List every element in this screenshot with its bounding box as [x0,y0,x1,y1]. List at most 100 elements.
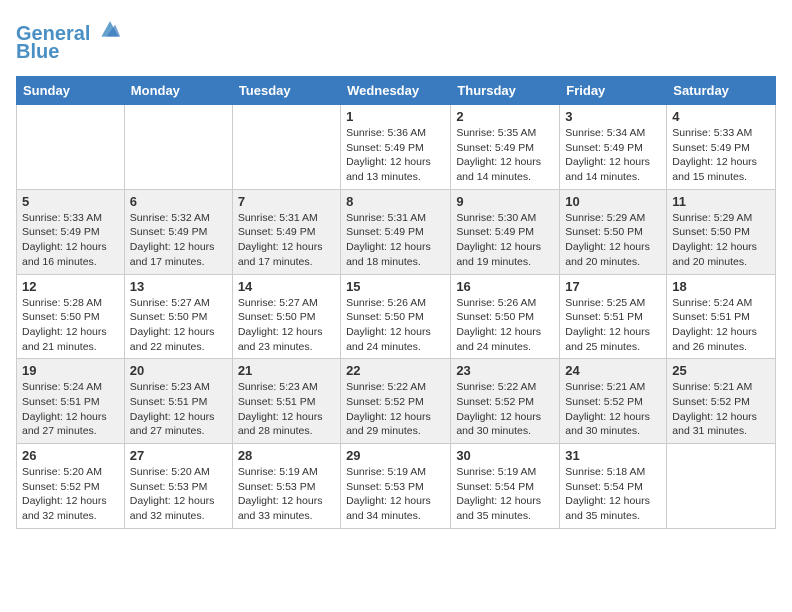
day-info: Sunrise: 5:26 AM Sunset: 5:50 PM Dayligh… [346,296,445,355]
day-number: 16 [456,279,554,294]
calendar-cell: 12 Sunrise: 5:28 AM Sunset: 5:50 PM Dayli… [17,274,125,359]
day-info: Sunrise: 5:21 AM Sunset: 5:52 PM Dayligh… [565,380,661,439]
calendar-cell: 23Sunrise: 5:22 AM Sunset: 5:52 PM Dayli… [451,359,560,444]
day-number: 7 [238,194,335,209]
calendar-cell: 13 Sunrise: 5:27 AM Sunset: 5:50 PM Dayli… [124,274,232,359]
day-number: 28 [238,448,335,463]
day-info: Sunrise: 5:27 AM Sunset: 5:50 PM Dayligh… [238,296,335,355]
day-number: 15 [346,279,445,294]
day-info: Sunrise: 5:28 AM Sunset: 5:50 PM Dayligh… [22,296,119,355]
logo-icon [98,16,122,40]
calendar-cell: 4Sunrise: 5:33 AM Sunset: 5:49 PM Daylig… [667,105,776,190]
day-info: Sunrise: 5:34 AM Sunset: 5:49 PM Dayligh… [565,126,661,185]
calendar-week-row: 19 Sunrise: 5:24 AM Sunset: 5:51 PM Dayli… [17,359,776,444]
calendar-cell: 24Sunrise: 5:21 AM Sunset: 5:52 PM Dayli… [560,359,667,444]
calendar-table: SundayMondayTuesdayWednesdayThursdayFrid… [16,76,776,529]
calendar-cell: 25Sunrise: 5:21 AM Sunset: 5:52 PM Dayli… [667,359,776,444]
day-info: Sunrise: 5:20 AM Sunset: 5:53 PM Dayligh… [130,465,227,524]
day-number: 5 [22,194,119,209]
calendar-week-row: 1 Sunrise: 5:36 AM Sunset: 5:49 PM Daylig… [17,105,776,190]
day-info: Sunrise: 5:18 AM Sunset: 5:54 PM Dayligh… [565,465,661,524]
calendar-cell: 31 Sunrise: 5:18 AM Sunset: 5:54 PM Dayli… [560,444,667,529]
day-number: 27 [130,448,227,463]
day-info: Sunrise: 5:19 AM Sunset: 5:53 PM Dayligh… [346,465,445,524]
calendar-cell: 20 Sunrise: 5:23 AM Sunset: 5:51 PM Dayli… [124,359,232,444]
day-number: 21 [238,363,335,378]
day-number: 20 [130,363,227,378]
day-number: 12 [22,279,119,294]
day-info: Sunrise: 5:25 AM Sunset: 5:51 PM Dayligh… [565,296,661,355]
day-info: Sunrise: 5:35 AM Sunset: 5:49 PM Dayligh… [456,126,554,185]
day-number: 13 [130,279,227,294]
calendar-cell: 18Sunrise: 5:24 AM Sunset: 5:51 PM Dayli… [667,274,776,359]
day-number: 23 [456,363,554,378]
day-number: 17 [565,279,661,294]
calendar-cell: 29 Sunrise: 5:19 AM Sunset: 5:53 PM Dayli… [341,444,451,529]
logo: General Blue [16,16,122,64]
calendar-cell [124,105,232,190]
calendar-header-row: SundayMondayTuesdayWednesdayThursdayFrid… [17,77,776,105]
day-number: 26 [22,448,119,463]
day-info: Sunrise: 5:27 AM Sunset: 5:50 PM Dayligh… [130,296,227,355]
calendar-cell: 7 Sunrise: 5:31 AM Sunset: 5:49 PM Daylig… [232,189,340,274]
day-number: 8 [346,194,445,209]
calendar-header-sunday: Sunday [17,77,125,105]
day-number: 25 [672,363,770,378]
calendar-cell: 17 Sunrise: 5:25 AM Sunset: 5:51 PM Dayli… [560,274,667,359]
day-info: Sunrise: 5:23 AM Sunset: 5:51 PM Dayligh… [238,380,335,439]
calendar-header-thursday: Thursday [451,77,560,105]
day-number: 10 [565,194,661,209]
day-info: Sunrise: 5:29 AM Sunset: 5:50 PM Dayligh… [672,211,770,270]
calendar-cell: 19 Sunrise: 5:24 AM Sunset: 5:51 PM Dayli… [17,359,125,444]
calendar-cell [17,105,125,190]
day-info: Sunrise: 5:26 AM Sunset: 5:50 PM Dayligh… [456,296,554,355]
calendar-cell: 27 Sunrise: 5:20 AM Sunset: 5:53 PM Dayli… [124,444,232,529]
day-info: Sunrise: 5:22 AM Sunset: 5:52 PM Dayligh… [346,380,445,439]
day-info: Sunrise: 5:23 AM Sunset: 5:51 PM Dayligh… [130,380,227,439]
calendar-cell: 3 Sunrise: 5:34 AM Sunset: 5:49 PM Daylig… [560,105,667,190]
day-number: 19 [22,363,119,378]
day-number: 11 [672,194,770,209]
calendar-cell: 15 Sunrise: 5:26 AM Sunset: 5:50 PM Dayli… [341,274,451,359]
calendar-header-friday: Friday [560,77,667,105]
calendar-header-wednesday: Wednesday [341,77,451,105]
calendar-cell: 30Sunrise: 5:19 AM Sunset: 5:54 PM Dayli… [451,444,560,529]
calendar-cell: 6Sunrise: 5:32 AM Sunset: 5:49 PM Daylig… [124,189,232,274]
page-header: General Blue [16,16,776,64]
day-info: Sunrise: 5:32 AM Sunset: 5:49 PM Dayligh… [130,211,227,270]
day-number: 4 [672,109,770,124]
day-number: 30 [456,448,554,463]
day-info: Sunrise: 5:29 AM Sunset: 5:50 PM Dayligh… [565,211,661,270]
day-number: 29 [346,448,445,463]
calendar-cell: 22 Sunrise: 5:22 AM Sunset: 5:52 PM Dayli… [341,359,451,444]
day-info: Sunrise: 5:30 AM Sunset: 5:49 PM Dayligh… [456,211,554,270]
calendar-cell [232,105,340,190]
calendar-cell: 10 Sunrise: 5:29 AM Sunset: 5:50 PM Dayli… [560,189,667,274]
calendar-header-tuesday: Tuesday [232,77,340,105]
day-info: Sunrise: 5:24 AM Sunset: 5:51 PM Dayligh… [22,380,119,439]
calendar-cell: 26 Sunrise: 5:20 AM Sunset: 5:52 PM Dayli… [17,444,125,529]
day-info: Sunrise: 5:31 AM Sunset: 5:49 PM Dayligh… [346,211,445,270]
day-info: Sunrise: 5:19 AM Sunset: 5:53 PM Dayligh… [238,465,335,524]
day-number: 9 [456,194,554,209]
day-info: Sunrise: 5:20 AM Sunset: 5:52 PM Dayligh… [22,465,119,524]
calendar-cell: 5 Sunrise: 5:33 AM Sunset: 5:49 PM Daylig… [17,189,125,274]
calendar-header-monday: Monday [124,77,232,105]
day-number: 31 [565,448,661,463]
day-info: Sunrise: 5:33 AM Sunset: 5:49 PM Dayligh… [22,211,119,270]
calendar-cell: 16 Sunrise: 5:26 AM Sunset: 5:50 PM Dayli… [451,274,560,359]
day-number: 3 [565,109,661,124]
day-number: 1 [346,109,445,124]
day-info: Sunrise: 5:31 AM Sunset: 5:49 PM Dayligh… [238,211,335,270]
calendar-cell: 2 Sunrise: 5:35 AM Sunset: 5:49 PM Daylig… [451,105,560,190]
calendar-cell: 21 Sunrise: 5:23 AM Sunset: 5:51 PM Dayli… [232,359,340,444]
day-info: Sunrise: 5:36 AM Sunset: 5:49 PM Dayligh… [346,126,445,185]
day-number: 22 [346,363,445,378]
calendar-cell: 8 Sunrise: 5:31 AM Sunset: 5:49 PM Daylig… [341,189,451,274]
day-number: 2 [456,109,554,124]
calendar-header-saturday: Saturday [667,77,776,105]
day-number: 14 [238,279,335,294]
calendar-week-row: 12 Sunrise: 5:28 AM Sunset: 5:50 PM Dayli… [17,274,776,359]
day-number: 18 [672,279,770,294]
calendar-cell: 9 Sunrise: 5:30 AM Sunset: 5:49 PM Daylig… [451,189,560,274]
